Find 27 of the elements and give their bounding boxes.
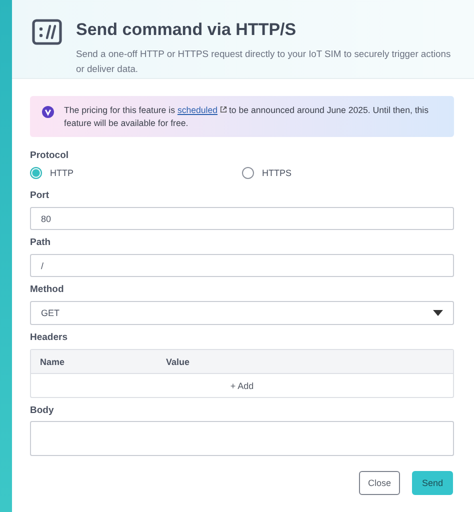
field-label: Method <box>30 284 65 295</box>
field-label: Path <box>30 237 52 248</box>
field-label: Port <box>30 190 50 201</box>
column-header: Value <box>166 356 190 366</box>
port-field[interactable]: 80 <box>30 207 454 230</box>
field-label: Protocol <box>30 150 70 161</box>
column-header: Name <box>39 356 66 366</box>
field-label: Body <box>30 405 55 416</box>
send-button[interactable]: Send <box>412 471 453 495</box>
dialog-title: Send command via HTTP/S <box>76 20 298 40</box>
body-field[interactable] <box>30 421 454 456</box>
close-button[interactable]: Close <box>358 471 400 495</box>
add-header-button[interactable]: + Add <box>226 378 258 392</box>
external-link-icon <box>220 106 227 113</box>
caret-icon <box>433 310 443 316</box>
radio-label: HTTPS <box>262 168 292 178</box>
method-dropdown[interactable]: GET <box>30 301 454 325</box>
command-icon <box>32 19 62 45</box>
notice-text: The pricing for this feature is scheduled to be announced around June 2025. Until then, this feature will be available for free. <box>64 104 430 130</box>
dialog-description: Send a one-off HTTP or HTTPS request directly to your IoT SIM to securely trigger actions or deliver data. <box>76 47 452 76</box>
info-icon <box>42 106 54 118</box>
field-label: Headers <box>30 332 68 343</box>
radio-button[interactable] <box>30 167 42 179</box>
path-field[interactable]: / <box>30 254 454 277</box>
scheduled-link[interactable]: scheduled <box>177 105 227 115</box>
radio-label: HTTP <box>50 168 74 178</box>
radio-button[interactable] <box>242 167 254 179</box>
